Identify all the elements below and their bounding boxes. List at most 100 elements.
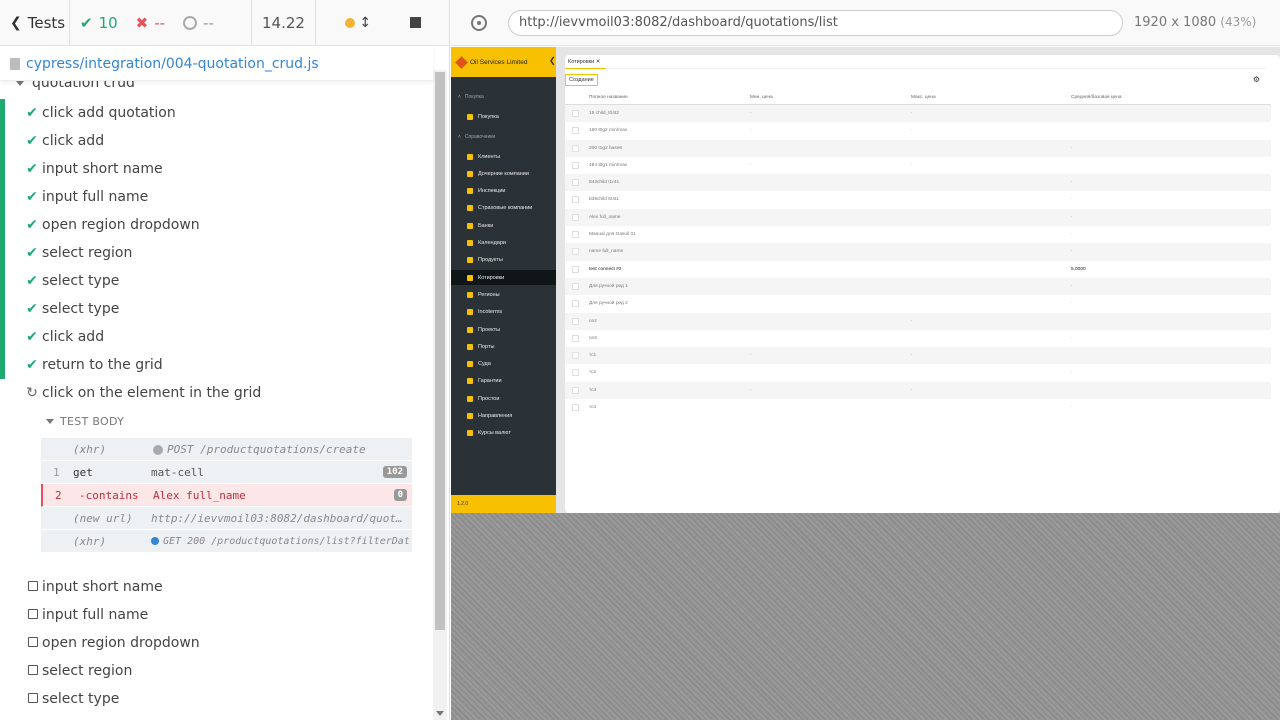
grid-cell[interactable]: · [1071,215,1073,220]
grid-cell[interactable]: 5,0000 [1071,267,1086,272]
grid-cell[interactable]: · [750,163,752,168]
command-row[interactable]: (xhr) POST /productquotations/create [41,438,412,461]
test-item[interactable]: ✔ input short name [0,155,433,183]
row-checkbox[interactable] [572,282,579,290]
sidebar-section-purchase[interactable]: ˄ Покупка [458,94,484,100]
test-item[interactable]: ✔ open region dropdown [0,211,433,239]
create-button[interactable]: Создание [565,74,598,86]
gear-icon[interactable]: ⚙ [1253,75,1260,84]
selector-playground-icon[interactable] [471,15,487,31]
tab-quotations[interactable]: Котировки ✕ [565,55,607,69]
viewport-info[interactable]: 1920 x 1080 (43%) [1134,15,1256,30]
sidebar-item[interactable]: Регионы [451,287,556,302]
grid-cell[interactable]: тс2 [589,370,596,375]
pending-test-item[interactable]: input short name [0,573,433,601]
grid-row[interactable]: name full_name · [565,243,1271,261]
command-row[interactable]: 1 get mat-cell 102 [41,461,412,484]
test-body-header[interactable]: TEST BODY [46,415,124,428]
grid-cell[interactable]: · [1071,301,1073,306]
grid-cell[interactable]: · [1071,370,1073,375]
row-checkbox[interactable] [572,265,579,273]
auto-scroll-toggle[interactable]: ↕ [345,15,371,31]
suite-title[interactable]: quotation crud [16,81,135,91]
row-checkbox[interactable] [572,317,579,325]
grid-cell[interactable]: · [1071,284,1073,289]
app-brand[interactable]: Oil Services Limited [451,47,556,77]
row-checkbox[interactable] [572,144,579,152]
grid-cell[interactable]: · [911,128,913,133]
grid-cell[interactable]: · [911,353,913,358]
pending-test-item[interactable]: input full name [0,601,433,629]
grid-row[interactable]: Manual для Gasoil 01 · [565,226,1271,243]
command-row[interactable]: (new url) http://ievvmoil03:8082/dashboa… [41,507,412,530]
grid-cell[interactable]: · [1071,197,1073,202]
grid-cell[interactable]: Для ручной ред 2 [589,301,628,306]
grid-cell[interactable]: ce2 [589,319,597,324]
grid-cell[interactable]: тс4 [589,405,596,410]
grid-cell[interactable]: тс1 [589,353,596,358]
grid-cell[interactable]: test connect #2 [589,267,622,272]
grid-cell[interactable]: · [1071,180,1073,185]
grid-row[interactable]: 838child t04t1 · [565,191,1271,208]
column-header[interactable]: Макс. цена [911,95,936,100]
grid-row[interactable]: Alex full_name · [565,208,1271,227]
grid-row[interactable]: тс3 · · [565,381,1271,400]
sidebar-item[interactable]: Проекты [451,322,556,337]
row-checkbox[interactable] [572,248,579,256]
sidebar-item[interactable]: Простои [451,391,556,406]
grid-cell[interactable]: · [750,128,752,133]
column-header[interactable]: Мин. цена [750,95,773,100]
grid-cell[interactable]: Alex full_name [589,215,620,220]
sidebar-item[interactable]: Направления [451,409,556,424]
grid-row[interactable]: ce3 · [565,330,1271,347]
row-checkbox[interactable] [572,127,579,135]
row-checkbox[interactable] [572,386,579,394]
grid-cell[interactable]: · [911,319,913,324]
grid-cell[interactable]: 15 child_t04t2 [589,111,619,116]
grid-cell[interactable]: · [911,388,913,393]
grid-cell[interactable]: 838child t04t1 [589,197,619,202]
grid-cell[interactable]: · [1071,336,1073,341]
grid-cell[interactable]: name full_name [589,249,623,254]
grid-cell[interactable]: · [1071,405,1073,410]
grid-cell[interactable]: · [1071,232,1073,237]
pending-test-item[interactable]: select region [0,657,433,685]
sidebar-item[interactable]: Порты [451,339,556,354]
test-item[interactable]: ✔ click add [0,323,433,351]
sidebar-item[interactable]: Клиенты [451,149,556,164]
grid-cell[interactable]: · [750,111,752,116]
spec-path[interactable]: cypress/integration/004-quotation_crud.j… [26,56,319,72]
grid-cell[interactable]: · [1071,249,1073,254]
row-checkbox[interactable] [572,179,579,187]
grid-row[interactable]: тс2 · [565,364,1271,381]
scrollbar-thumb[interactable] [435,72,445,630]
pending-test-item[interactable]: select type [0,685,433,713]
sidebar-item[interactable]: Страховые компании [451,201,556,216]
grid-cell[interactable]: Manual для Gasoil 01 [589,232,636,237]
grid-row[interactable]: 484 t0g1 min/max · · [565,157,1271,174]
reporter-scrollbar[interactable] [433,70,447,720]
row-checkbox[interactable] [572,110,579,117]
sidebar-item[interactable]: Банки [451,218,556,233]
sidebar-item[interactable]: Суда [451,357,556,372]
grid-cell[interactable]: Для ручной ред 1 [589,284,628,289]
grid-row[interactable]: 200 t1g2 base8 · [565,139,1271,157]
row-checkbox[interactable] [572,404,579,412]
grid-cell[interactable]: · [1071,146,1073,151]
pending-test-item[interactable]: open region dropdown [0,629,433,657]
sidebar-item[interactable]: Календари [451,236,556,251]
test-item[interactable]: ✔ select type [0,267,433,295]
grid-row[interactable]: ce2 · [565,312,1271,330]
sidebar-item[interactable]: Инспекции [451,184,556,199]
sidebar-item[interactable]: Продукты [451,253,556,268]
grid-row[interactable]: 15 child_t04t2 · · [565,105,1271,123]
test-item[interactable]: ✔ click add quotation [0,99,433,127]
sidebar-item[interactable]: Дочерние компании [451,166,556,181]
grid-cell[interactable]: · [911,163,913,168]
grid-row[interactable]: 843child t1r41 · [565,174,1271,192]
grid-row[interactable]: test connect #2 5,0000 [565,260,1271,278]
test-item[interactable]: ✔ select type [0,295,433,323]
tests-button[interactable]: ❮ Tests [0,0,70,45]
sidebar-section-directories[interactable]: ˄ Справочники [458,134,495,140]
sidebar-item[interactable]: Гарантии [451,374,556,389]
